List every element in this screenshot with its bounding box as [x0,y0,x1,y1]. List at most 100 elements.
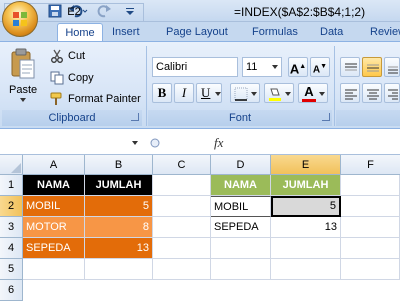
align-center-button[interactable] [362,83,382,103]
bold-button[interactable]: B [152,83,172,103]
cell-f4[interactable] [341,238,400,259]
scissors-icon [51,49,63,63]
select-all-corner[interactable] [0,155,23,175]
font-name-spacer [238,57,240,77]
align-middle-icon [367,64,379,72]
paste-label: Paste [9,84,38,96]
align-middle-button[interactable] [362,57,382,77]
clipboard-launcher-icon[interactable] [131,113,139,121]
grow-font-label: A [289,61,300,77]
font-color-button[interactable]: A [298,83,328,103]
office-button[interactable] [2,1,38,37]
fill-color-button[interactable] [264,83,294,103]
align-bottom-icon [388,66,398,74]
cell-d2[interactable]: MOBIL [211,196,271,217]
cell-f2[interactable] [341,196,400,217]
font-color-swatch [302,99,316,102]
row-header-6[interactable]: 6 [0,280,23,301]
copy-label: Copy [68,72,94,84]
borders-dropdown-icon [251,92,257,96]
column-header-f[interactable]: F [341,155,400,175]
align-bottom-button[interactable] [384,57,400,77]
align-left-icon [345,89,357,100]
cell-e4[interactable] [271,238,341,259]
align-right-button[interactable] [384,83,400,103]
underline-label: U [201,85,211,100]
cell-f3[interactable] [341,217,400,238]
clipboard-group-label: Clipboard [2,110,142,126]
cell-a2[interactable]: MOBIL [23,196,85,217]
tab-page-layout[interactable]: Page Layout [164,23,230,42]
paste-button[interactable]: Paste [6,48,40,106]
column-header-c[interactable]: C [153,155,211,175]
tab-data[interactable]: Data [318,23,345,42]
cell-c1[interactable] [153,175,211,196]
paste-dropdown-icon [20,98,26,102]
column-header-b[interactable]: B [85,155,153,175]
tab-formulas[interactable]: Formulas [250,23,300,42]
row-header-1[interactable]: 1 [0,175,23,196]
cell-b2[interactable]: 5 [85,196,153,217]
cell-d3[interactable]: SEPEDA [211,217,271,238]
font-name-box[interactable]: Calibri [152,57,238,77]
cell-c4[interactable] [153,238,211,259]
align-center-icon [367,89,379,100]
column-header-d[interactable]: D [211,155,271,175]
column-header-a[interactable]: A [23,155,85,175]
cut-button[interactable]: Cut [50,48,145,66]
paste-icon [11,48,35,79]
cell-e1[interactable]: JUMLAH [271,175,341,196]
cell-a3[interactable]: MOTOR [23,217,85,238]
format-painter-button[interactable]: Format Painter [50,91,145,109]
format-painter-label: Format Painter [68,93,141,105]
row-header-4[interactable]: 4 [0,238,23,259]
font-color-label: A [304,84,314,99]
formula-input[interactable]: =INDEX($A$2:$B$4;1;2) [234,3,365,22]
borders-icon [234,87,248,101]
font-group-label: Font [148,110,332,126]
column-header-e[interactable]: E [271,155,341,175]
select-all-icon [11,163,21,173]
fill-color-dropdown-icon [285,92,291,96]
formula-bar [0,130,400,155]
font-color-dropdown-icon [319,92,325,96]
tab-review[interactable]: Review [368,23,400,42]
cell-e3[interactable]: 13 [271,217,341,238]
cell-d1[interactable]: NAMA [211,175,271,196]
group-separator [146,46,147,126]
cell-a4[interactable]: SEPEDA [23,238,85,259]
cell-c2[interactable] [153,196,211,217]
tab-insert[interactable]: Insert [110,23,142,42]
shrink-font-button[interactable]: A▼ [310,57,330,77]
align-top-icon [345,63,357,71]
cut-label: Cut [68,50,86,62]
cell-e2-selected[interactable]: 5 [271,196,341,217]
alignment-group-label [336,110,400,126]
copy-icon [50,71,64,85]
italic-button[interactable]: I [174,83,194,103]
grow-font-button[interactable]: A▲ [288,57,308,77]
row-header-2[interactable]: 2 [0,196,23,217]
insert-function-button[interactable]: fx [214,133,232,152]
cell-f1[interactable] [341,175,400,196]
font-size-dropdown-icon[interactable] [272,65,278,69]
font-launcher-icon[interactable] [322,113,330,121]
align-right-icon [388,89,398,100]
tab-home[interactable]: Home [57,23,103,42]
row-header-3[interactable]: 3 [0,217,23,238]
align-left-button[interactable] [340,83,360,103]
copy-button[interactable]: Copy [50,70,145,88]
cell-b1[interactable]: JUMLAH [85,175,153,196]
borders-button[interactable] [230,83,260,103]
cell-a1[interactable]: NAMA [23,175,85,196]
cell-b4[interactable]: 13 [85,238,153,259]
format-painter-icon [50,92,62,105]
align-top-button[interactable] [340,57,360,77]
formula-bar-handle-icon[interactable] [150,136,160,150]
cell-b3[interactable]: 8 [85,217,153,238]
underline-dropdown-icon[interactable] [215,92,221,96]
group-separator [334,46,335,126]
cell-c3[interactable] [153,217,211,238]
cell-d4[interactable] [211,238,271,259]
name-box-dropdown-icon[interactable] [132,141,138,145]
